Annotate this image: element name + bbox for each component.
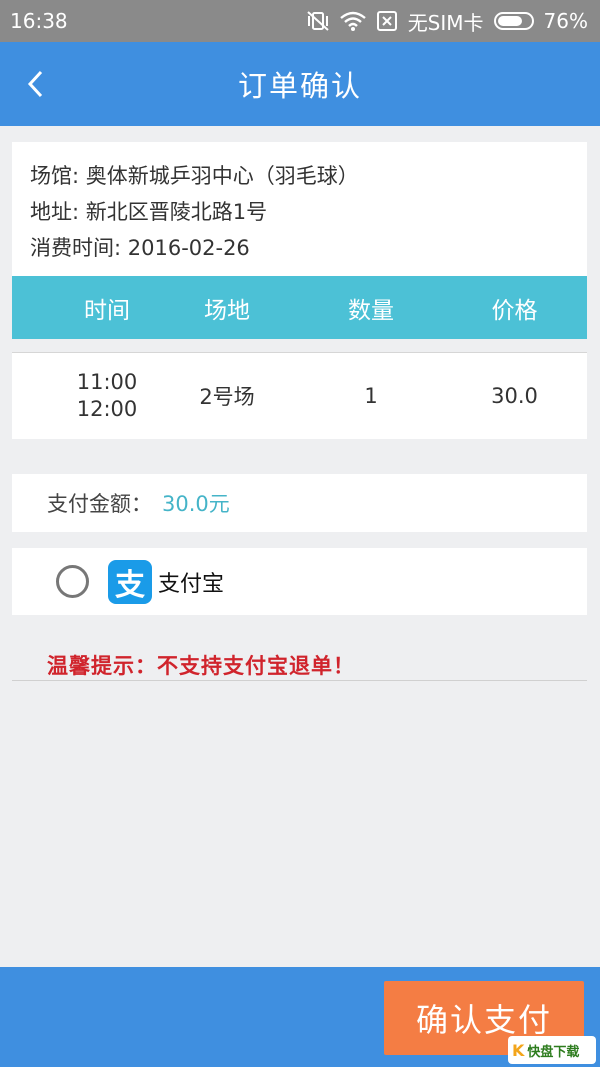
quantity-cell: 1 (364, 384, 378, 408)
pay-amount-label: 支付金额： (47, 492, 152, 516)
watermark-logo: K 快盘下载 (508, 1036, 596, 1064)
time-start: 11:00 (76, 370, 138, 394)
price-cell: 30.0 (491, 384, 538, 408)
court-cell: 2号场 (199, 385, 255, 409)
column-header-time: 时间 (84, 297, 130, 324)
battery-fill (497, 16, 522, 26)
venue-text: 场馆: 奥体新城乒羽中心（羽毛球） (30, 164, 359, 188)
column-header-price: 价格 (491, 297, 538, 324)
order-info-card: 场馆: 奥体新城乒羽中心（羽毛球） 地址: 新北区晋陵北路1号 消费时间: 20… (12, 142, 587, 276)
order-table-header: 时间 场地 数量 价格 (12, 276, 587, 339)
status-time: 16:38 (10, 9, 68, 33)
alipay-radio[interactable] (56, 565, 89, 598)
date-text: 消费时间: 2016-02-26 (30, 236, 250, 260)
status-icons: 无SIM卡 76% (306, 7, 588, 36)
carrier-text: 无SIM卡 (407, 10, 484, 35)
wifi-icon (339, 11, 366, 31)
battery-icon (493, 12, 534, 30)
payment-option-alipay[interactable]: 支 支付宝 (12, 548, 587, 615)
alipay-logo-icon: 支 (108, 559, 152, 604)
pay-amount-value: 30.0元 (162, 492, 230, 516)
time-end: 12:00 (76, 397, 138, 421)
column-header-quantity: 数量 (348, 297, 394, 324)
table-row: 11:00 12:00 2号场 1 30.0 (12, 352, 587, 439)
time-cell: 11:00 12:00 (52, 353, 162, 439)
column-header-court: 场地 (204, 297, 250, 324)
divider (12, 680, 587, 681)
back-button[interactable] (20, 66, 50, 102)
vibrate-off-icon (306, 10, 330, 32)
alipay-label: 支付宝 (158, 571, 225, 597)
pay-amount-row: 支付金额： 30.0元 (12, 474, 587, 532)
status-bar: 16:38 无SIM卡 76% (0, 0, 600, 42)
watermark-text: 快盘下载 (527, 1044, 580, 1060)
watermark-k: K (512, 1040, 525, 1060)
page-title: 订单确认 (237, 69, 362, 103)
no-sim-icon (376, 10, 398, 32)
refund-tip: 温馨提示：不支持支付宝退单！ (47, 654, 355, 678)
header-bar: 订单确认 (0, 42, 600, 126)
address-text: 地址: 新北区晋陵北路1号 (30, 200, 268, 224)
battery-percent: 76% (543, 9, 588, 33)
chevron-left-icon (27, 70, 43, 98)
